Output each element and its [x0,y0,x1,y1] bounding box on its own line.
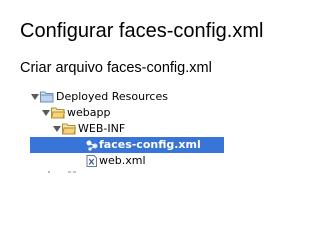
faces-config-icon [85,137,99,153]
folder-icon [51,105,65,121]
tree-item-deployed-resources[interactable]: Deployed Resources [30,89,224,105]
tree-item-web-inf[interactable]: WEB-INF [30,121,224,137]
tree-item-label: web.xml [99,154,146,167]
expand-arrow-icon[interactable] [41,105,51,121]
tree-item-label: WEB-INF [78,122,126,135]
tree-item-webapp[interactable]: webapp [30,105,224,121]
expand-arrow-icon[interactable] [52,121,62,137]
tree-item-faces-config[interactable]: faces-config.xml [30,137,224,153]
tree-item-label: webapp [67,106,111,119]
expand-arrow-icon[interactable] [30,89,40,105]
slide: Configurar faces-config.xml Criar arquiv… [0,0,320,240]
tree-item-label: Deployed Resources [56,90,168,103]
cropped-tree-row-remnant [48,171,76,173]
folder-icon [62,121,76,137]
folder-icon [40,89,54,105]
slide-subtitle: Criar arquivo faces-config.xml [20,60,212,76]
slide-title: Configurar faces-config.xml [20,20,264,42]
xml-file-icon [85,153,99,169]
tree-item-web-xml[interactable]: web.xml [30,153,224,169]
tree-item-label: faces-config.xml [99,138,201,151]
project-tree: Deployed Resources webapp WEB-INF faces-… [30,89,224,169]
